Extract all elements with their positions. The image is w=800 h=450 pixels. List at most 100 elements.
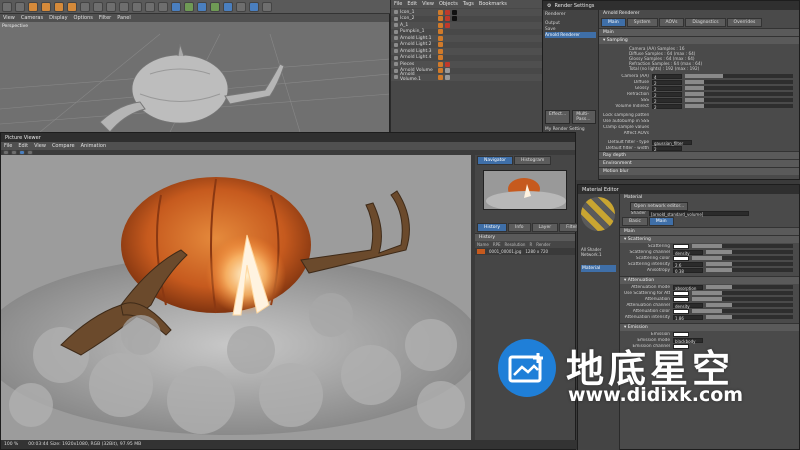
tab-basic[interactable]: Basic (622, 217, 648, 226)
render-settings-icon[interactable] (158, 2, 168, 12)
param-slider[interactable] (692, 256, 793, 260)
objman-menu-file[interactable]: File (394, 1, 402, 7)
param-slider[interactable] (685, 104, 793, 108)
camera-icon[interactable] (249, 2, 259, 12)
param-slider[interactable] (706, 285, 793, 289)
param-slider[interactable] (706, 315, 793, 319)
render-view-icon[interactable] (132, 2, 142, 12)
tab-overrides[interactable]: Overrides (726, 18, 763, 27)
array-icon[interactable] (210, 2, 220, 12)
renderer-value[interactable]: Arnold Renderer (599, 10, 799, 17)
navigator-thumbnail[interactable] (483, 170, 567, 210)
param-slider[interactable] (685, 80, 793, 84)
scattering-section-header[interactable]: ▾ Scattering (620, 235, 799, 243)
redo-icon[interactable] (15, 2, 25, 12)
zoom-level[interactable]: 100 % (4, 442, 18, 447)
spline-icon[interactable] (184, 2, 194, 12)
param-value[interactable]: absorption (673, 284, 703, 291)
pv-menu-view[interactable]: View (34, 143, 46, 149)
ray-depth-section[interactable]: Ray depth (599, 151, 799, 159)
objman-menu-tags[interactable]: Tags (463, 1, 474, 7)
filter-type-value[interactable]: gaussian_filter (652, 139, 692, 146)
effect-button[interactable]: Effect... (545, 110, 571, 124)
tab-navigator[interactable]: Navigator (477, 156, 514, 165)
param-slider[interactable] (685, 86, 793, 90)
color-swatch[interactable] (673, 308, 689, 314)
objman-menu-bookmarks[interactable]: Bookmarks (479, 1, 507, 7)
scale-icon[interactable] (54, 2, 64, 12)
tab-info[interactable]: Info (508, 223, 531, 232)
param-value[interactable]: 4 (652, 73, 682, 80)
tab-main[interactable]: Main (648, 217, 674, 226)
multipass-button[interactable]: Multi-Pass... (572, 110, 596, 124)
render-icon[interactable] (145, 2, 155, 12)
color-swatch[interactable] (673, 296, 689, 302)
shader-value[interactable]: [arnold_standard_volume] (649, 210, 749, 217)
pv-menu-compare[interactable]: Compare (52, 143, 75, 149)
tab-history[interactable]: History (477, 223, 508, 232)
picture-viewer-titlebar[interactable]: Picture Viewer (1, 133, 575, 142)
param-slider[interactable] (692, 291, 793, 295)
material-editor-titlebar[interactable]: Material Editor (578, 185, 799, 194)
param-value[interactable]: 2 (652, 97, 682, 104)
y-axis-icon[interactable] (93, 2, 103, 12)
tab-histogram[interactable]: Histogram (514, 156, 552, 165)
3d-viewport[interactable]: View Cameras Display Options Filter Pane… (0, 14, 390, 132)
emission-section-header[interactable]: ▾ Emission (620, 323, 799, 331)
color-swatch[interactable] (673, 290, 689, 296)
param-value[interactable]: 2 (652, 91, 682, 98)
param-slider[interactable] (692, 309, 793, 313)
tab-diagnostics[interactable]: Diagnostics (685, 18, 726, 27)
param-slider[interactable] (706, 268, 793, 272)
light-icon[interactable] (262, 2, 272, 12)
param-value[interactable]: 2.6 (673, 261, 703, 268)
pv-menu-file[interactable]: File (4, 143, 12, 149)
tab-system[interactable]: System (626, 18, 658, 27)
object-row[interactable]: Arnold Volume.1 (391, 72, 542, 82)
material-preview-sphere[interactable] (581, 197, 615, 231)
param-value[interactable]: 2 (652, 85, 682, 92)
param-slider[interactable] (706, 250, 793, 254)
history-row[interactable]: 0001_00001.jpg 1280 x 720 (475, 248, 575, 255)
tab-main[interactable]: Main (601, 18, 626, 27)
select-icon[interactable] (28, 2, 38, 12)
param-slider[interactable] (706, 262, 793, 266)
param-slider[interactable] (706, 303, 793, 307)
environment-icon[interactable] (236, 2, 246, 12)
param-value[interactable]: density (673, 249, 703, 256)
param-value[interactable]: 0.38 (673, 267, 703, 274)
color-swatch[interactable] (673, 243, 689, 249)
objman-menu-edit[interactable]: Edit (407, 1, 417, 7)
objman-menu-view[interactable]: View (422, 1, 434, 7)
color-swatch[interactable] (673, 255, 689, 261)
tab-aovs[interactable]: AOVs (658, 18, 685, 27)
param-slider[interactable] (685, 98, 793, 102)
param-row[interactable]: Attenuation intensity 1.86 (620, 314, 799, 321)
nurbs-icon[interactable] (197, 2, 207, 12)
environment-section[interactable]: Environment (599, 159, 799, 167)
param-row[interactable]: Anisotropy 0.38 (620, 267, 799, 274)
tab-layer[interactable]: Layer (531, 223, 559, 232)
z-axis-icon[interactable] (106, 2, 116, 12)
motion-blur-section[interactable]: Motion blur (599, 167, 799, 175)
material-name[interactable]: Material (581, 265, 616, 272)
param-slider[interactable] (692, 244, 793, 248)
undo-icon[interactable] (2, 2, 12, 12)
deformer-icon[interactable] (223, 2, 233, 12)
attenuation-section-header[interactable]: ▾ Attenuation (620, 276, 799, 284)
coord-icon[interactable] (119, 2, 129, 12)
param-value[interactable]: 2 (652, 103, 682, 110)
x-axis-icon[interactable] (80, 2, 90, 12)
filter-width-value[interactable]: 2 (652, 145, 682, 152)
pv-menu-edit[interactable]: Edit (18, 143, 28, 149)
move-icon[interactable] (41, 2, 51, 12)
objman-menu-objects[interactable]: Objects (439, 1, 458, 7)
sidebar-item-arnold-renderer[interactable]: Arnold Renderer (545, 32, 596, 38)
param-value[interactable]: density (673, 302, 703, 309)
sampling-section-header[interactable]: ▾ Sampling (599, 36, 799, 44)
rotate-icon[interactable] (67, 2, 77, 12)
param-slider[interactable] (685, 74, 793, 78)
param-slider[interactable] (685, 92, 793, 96)
param-value[interactable]: 1.86 (673, 314, 703, 321)
pv-menu-animation[interactable]: Animation (81, 143, 107, 149)
